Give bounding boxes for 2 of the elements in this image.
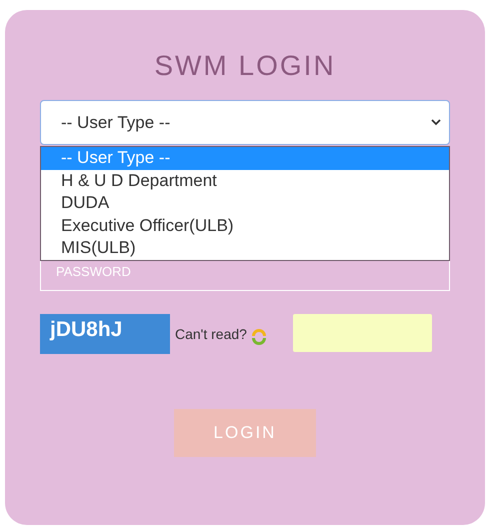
captcha-image: jDU8hJ (40, 314, 170, 354)
login-title: SWM LOGIN (154, 50, 336, 82)
